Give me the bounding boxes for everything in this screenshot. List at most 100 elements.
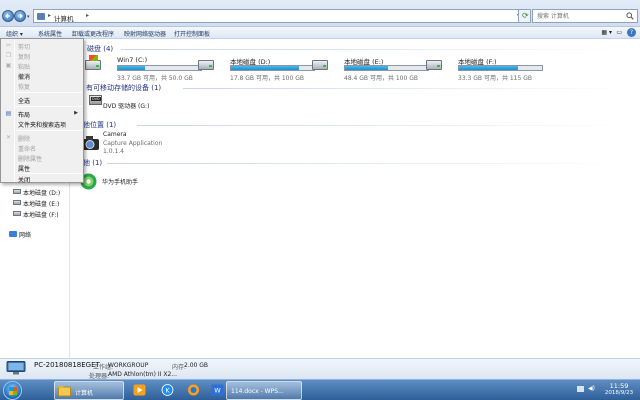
taskbar-explorer[interactable]: 计算机: [54, 381, 124, 400]
menu-item-folder-options[interactable]: 文件夹和搜索选项: [1, 119, 83, 129]
copy-icon: ❐: [5, 52, 12, 59]
workgroup-value: WORKGROUP: [108, 362, 149, 369]
action-center-flag-icon[interactable]: [577, 386, 584, 392]
taskbar-browser[interactable]: [184, 381, 202, 400]
drive-usage-bar: [344, 65, 429, 71]
dvd-drive-icon: DVD: [89, 95, 102, 105]
layout-icon: ▤: [5, 110, 12, 117]
system-drive-icon: [85, 55, 101, 70]
menu-item-properties[interactable]: 属性: [1, 163, 83, 173]
help-button[interactable]: ?: [627, 28, 636, 37]
menu-item-delete[interactable]: ✕ 删除: [1, 133, 83, 143]
taskbar-media-player[interactable]: [130, 381, 148, 400]
menu-item-rename[interactable]: 重命名: [1, 143, 83, 153]
menu-item-layout[interactable]: ▤ 布局 ▶: [1, 109, 83, 119]
preview-pane-button[interactable]: ▭: [616, 29, 622, 36]
drive-icon: [13, 211, 21, 216]
menu-separator: [16, 106, 82, 107]
section-header-removable[interactable]: 有可移动存储的设备 (1): [86, 83, 161, 93]
memory-value: 2.00 GB: [184, 362, 209, 369]
delete-icon: ✕: [5, 134, 12, 141]
menu-item-remove-properties[interactable]: 删除属性: [1, 153, 83, 163]
dvd-drive-name[interactable]: DVD 驱动器 (G:): [103, 101, 149, 110]
search-box[interactable]: [532, 9, 638, 23]
search-icon[interactable]: [626, 12, 634, 20]
kugou-icon: K: [161, 384, 174, 396]
menu-item-close[interactable]: 关闭: [1, 174, 83, 184]
section-divider: [183, 88, 631, 89]
menu-item-select-all[interactable]: 全选: [1, 95, 83, 105]
drive-icon: [13, 200, 21, 205]
taskbar: 计算机 K W 114.docx - WPS... ◀) 11:59 2018/…: [0, 379, 640, 400]
address-field[interactable]: ▸ 计算机 ▸ ▾: [33, 9, 524, 23]
nav-item-drive-d[interactable]: 本地磁盘 (D:): [23, 188, 60, 197]
section-header-other-location[interactable]: 他位置 (1): [83, 120, 116, 130]
breadcrumb-separator[interactable]: ▸: [48, 12, 51, 19]
huawei-assistant-name[interactable]: 华为手机助手: [102, 177, 138, 186]
refresh-button[interactable]: ⟳: [518, 9, 531, 23]
drive-free-space: 33.7 GB 可用，共 50.0 GB: [117, 75, 193, 82]
camera-version: 1.0.1.4: [103, 148, 124, 155]
drive-icon: [312, 60, 328, 70]
drive-tile-c[interactable]: Win7 (C:) 33.7 GB 可用，共 50.0 GB: [85, 54, 202, 82]
menu-item-cut[interactable]: ✂ 剪切: [1, 41, 83, 51]
network-icon: [9, 231, 17, 237]
taskbar-wps-document[interactable]: 114.docx - WPS...: [226, 381, 302, 400]
drive-free-space: 48.4 GB 可用，共 100 GB: [344, 75, 418, 82]
svg-text:K: K: [165, 386, 170, 394]
menu-separator: [16, 130, 82, 131]
open-control-panel-button[interactable]: 打开控制面板: [174, 29, 210, 38]
scissors-icon: ✂: [5, 42, 12, 49]
taskbar-kugou[interactable]: K: [158, 381, 176, 400]
browser-icon: [188, 384, 199, 396]
change-view-button[interactable]: ▦ ▾: [601, 29, 612, 36]
forward-button[interactable]: [14, 10, 26, 22]
section-header-hard-drives[interactable]: 磁盘 (4): [87, 44, 113, 54]
drive-free-space: 17.8 GB 可用，共 100 GB: [230, 75, 304, 82]
drive-icon: [198, 60, 214, 70]
arrow-right-icon: [18, 13, 23, 19]
drive-icon: [426, 60, 442, 70]
computer-icon: [37, 13, 45, 20]
camera-name[interactable]: Camera: [103, 131, 127, 138]
breadcrumb-computer[interactable]: 计算机: [54, 13, 74, 23]
camera-description: Capture Application: [103, 140, 163, 147]
menu-item-copy[interactable]: ❐ 复制: [1, 51, 83, 61]
breadcrumb-separator[interactable]: ▸: [86, 12, 89, 19]
taskbar-clock[interactable]: 11:59 2018/9/23: [600, 382, 638, 396]
computer-name: PC-20180818EGET: [34, 361, 100, 369]
search-input[interactable]: [533, 10, 621, 22]
uninstall-program-button[interactable]: 卸载或更改程序: [72, 29, 114, 38]
menu-item-paste[interactable]: ▣ 粘贴: [1, 61, 83, 71]
menu-item-redo[interactable]: 恢复: [1, 81, 83, 91]
folder-icon: [58, 386, 71, 397]
map-network-drive-button[interactable]: 映射网络驱动器: [124, 29, 166, 38]
system-properties-button[interactable]: 系统属性: [38, 29, 62, 38]
start-button[interactable]: [3, 381, 22, 400]
menu-separator: [16, 92, 82, 93]
nav-item-drive-f[interactable]: 本地磁盘 (F:): [23, 210, 59, 219]
back-button[interactable]: [2, 10, 14, 22]
volume-icon[interactable]: ◀): [588, 385, 595, 392]
svg-text:W: W: [214, 387, 221, 395]
drive-usage-bar: [230, 65, 315, 71]
taskbar-wps-icon[interactable]: W: [211, 381, 224, 400]
arrow-left-icon: [5, 13, 10, 19]
refresh-icon: ⟳: [522, 11, 529, 20]
menu-item-undo[interactable]: 撤消: [1, 71, 83, 81]
drive-tile-d[interactable]: 本地磁盘 (D:) 17.8 GB 可用，共 100 GB: [198, 54, 315, 82]
drive-usage-bar: [458, 65, 543, 71]
details-pane: PC-20180818EGET 工作组: WORKGROUP 内存: 2.00 …: [0, 358, 640, 380]
command-bar: 组织 ▾ 系统属性 卸载或更改程序 映射网络驱动器 打开控制面板 ▦ ▾ ▭ ?: [0, 27, 640, 39]
organize-menu-button[interactable]: 组织 ▾: [6, 29, 23, 38]
drive-name: Win7 (C:): [117, 56, 148, 64]
drive-tile-e[interactable]: 本地磁盘 (E:) 48.4 GB 可用，共 100 GB: [312, 54, 429, 82]
nav-item-drive-e[interactable]: 本地磁盘 (E:): [23, 199, 59, 208]
drive-free-space: 33.3 GB 可用，共 115 GB: [458, 75, 532, 82]
drive-usage-bar: [117, 65, 202, 71]
section-header-other[interactable]: 他 (1): [83, 158, 102, 168]
submenu-arrow-icon: ▶: [74, 110, 78, 116]
section-divider: [137, 125, 631, 126]
drive-tile-f[interactable]: 本地磁盘 (F:) 33.3 GB 可用，共 115 GB: [426, 54, 543, 82]
nav-item-network[interactable]: 网络: [19, 230, 31, 239]
